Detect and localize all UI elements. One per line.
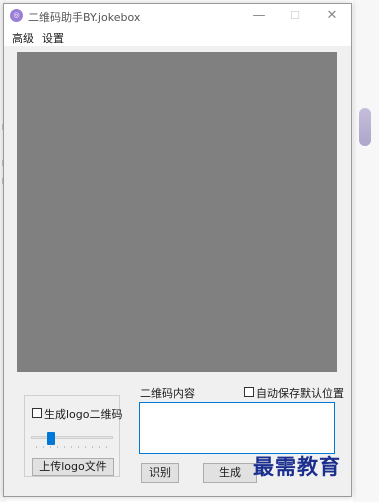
generate-logo-checkbox[interactable] <box>32 408 42 418</box>
background-decoration <box>359 108 371 146</box>
qr-content-label: 二维码内容 <box>140 387 195 400</box>
menu-advanced[interactable]: 高级 <box>12 30 34 46</box>
auto-save-checkbox[interactable] <box>244 387 254 397</box>
background-window-right <box>353 0 379 502</box>
logo-size-slider[interactable] <box>31 432 113 445</box>
qr-preview <box>17 52 337 372</box>
auto-save-label[interactable]: 自动保存默认位置 <box>256 385 344 401</box>
logo-options-group: 生成logo二维码 上传logo文件 <box>24 395 123 477</box>
generate-logo-label[interactable]: 生成logo二维码 <box>44 406 123 422</box>
watermark-text: 最需教育 <box>253 454 341 479</box>
qr-content-input[interactable] <box>139 402 335 454</box>
slider-ticks <box>33 446 111 448</box>
close-button[interactable]: ✕ <box>317 6 347 26</box>
recognize-button[interactable]: 识别 <box>141 463 179 483</box>
maximize-button[interactable]: ☐ <box>280 6 310 26</box>
menu-bar: 高级 设置 <box>4 28 351 46</box>
menu-settings[interactable]: 设置 <box>42 30 64 46</box>
generate-button[interactable]: 生成 <box>203 463 257 483</box>
slider-thumb[interactable] <box>46 432 55 445</box>
app-window: ◎ 二维码助手BY.jokebox — ☐ ✕ 高级 设置 生成logo二维码 … <box>3 3 352 497</box>
app-icon: ◎ <box>10 9 23 22</box>
upload-logo-button[interactable]: 上传logo文件 <box>32 458 114 476</box>
window-title: 二维码助手BY.jokebox <box>28 11 141 24</box>
title-bar[interactable]: ◎ 二维码助手BY.jokebox — ☐ ✕ <box>4 4 351 28</box>
minimize-button[interactable]: — <box>244 6 274 26</box>
